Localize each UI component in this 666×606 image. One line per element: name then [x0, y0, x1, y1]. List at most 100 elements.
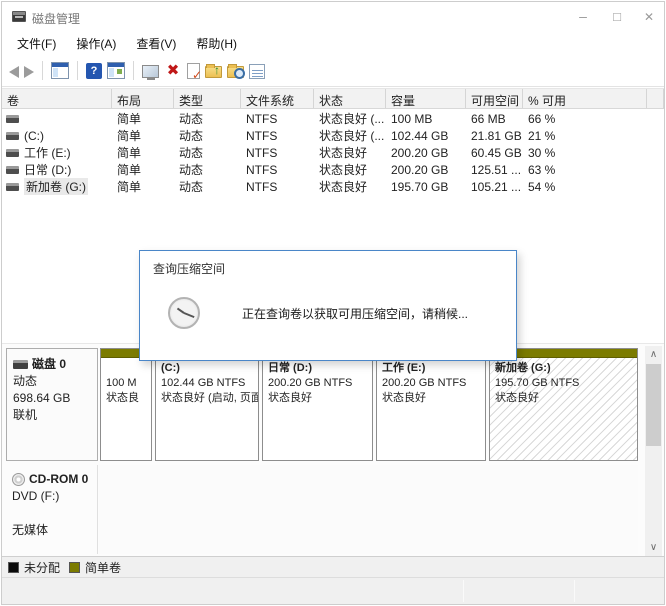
- forward-icon[interactable]: [24, 66, 34, 78]
- volume-icon: [6, 132, 19, 140]
- column-type[interactable]: 类型: [174, 89, 241, 108]
- vertical-scrollbar[interactable]: ∧ ∨: [645, 346, 662, 556]
- table-row[interactable]: 工作 (E:) 简单 动态 NTFS 状态良好 200.20 GB 60.45 …: [2, 144, 664, 161]
- volume-icon: [6, 183, 19, 191]
- cell-free: 66 MB: [466, 112, 523, 126]
- toolbar: [2, 55, 664, 87]
- volume-table-header: 卷 布局 类型 文件系统 状态 容量 可用空间 % 可用: [2, 88, 664, 109]
- statusbar-divider: [463, 580, 464, 602]
- table-row[interactable]: (C:) 简单 动态 NTFS 状态良好 (... 102.44 GB 21.8…: [2, 127, 664, 144]
- table-row-selected[interactable]: 新加卷 (G:) 简单 动态 NTFS 状态良好 195.70 GB 105.2…: [2, 178, 664, 195]
- volume-name: 新加卷 (G:): [24, 178, 88, 195]
- toolbar-separator: [133, 61, 134, 80]
- cell-capacity: 195.70 GB: [386, 180, 466, 194]
- minimize-icon[interactable]: [566, 2, 600, 32]
- query-shrink-dialog: 查询压缩空间 正在查询卷以获取可用压缩空间，请稍候...: [139, 250, 517, 361]
- partition-d[interactable]: 日常 (D:) 200.20 GB NTFS 状态良好: [262, 348, 373, 461]
- column-free-space[interactable]: 可用空间: [466, 89, 523, 108]
- cell-type: 动态: [174, 127, 241, 144]
- console-window-icon[interactable]: [107, 62, 125, 79]
- cell-fs: NTFS: [241, 180, 314, 194]
- menu-file[interactable]: 文件(F): [7, 32, 66, 55]
- menu-action[interactable]: 操作(A): [66, 32, 126, 55]
- delete-volume-icon[interactable]: [164, 62, 182, 79]
- close-icon[interactable]: [632, 2, 665, 32]
- back-icon[interactable]: [9, 66, 19, 78]
- scroll-down-icon[interactable]: ∨: [645, 539, 662, 556]
- partition-name: 新加卷 (G:): [495, 361, 632, 376]
- check-document-icon[interactable]: [187, 63, 200, 79]
- column-capacity[interactable]: 容量: [386, 89, 466, 108]
- cdrom-row: CD-ROM 0 DVD (F:) 无媒体: [6, 465, 638, 554]
- cell-type: 动态: [174, 110, 241, 127]
- partition-name: [106, 361, 146, 376]
- menu-bar: 文件(F) 操作(A) 查看(V) 帮助(H): [2, 32, 664, 55]
- clock-icon: [168, 297, 200, 329]
- cdrom-info[interactable]: CD-ROM 0 DVD (F:) 无媒体: [6, 465, 98, 554]
- table-row[interactable]: 日常 (D:) 简单 动态 NTFS 状态良好 200.20 GB 125.51…: [2, 161, 664, 178]
- cdrom-drive: DVD (F:): [12, 488, 91, 505]
- cell-free: 105.21 ...: [466, 180, 523, 194]
- disk0-name: 磁盘 0: [32, 356, 66, 373]
- partition-status: 状态良好 (启动, 页面文: [161, 391, 253, 406]
- maximize-icon[interactable]: [600, 2, 634, 32]
- column-layout[interactable]: 布局: [112, 89, 174, 108]
- disk0-partitions: 100 M 状态良 (C:) 102.44 GB NTFS 状态良好 (启动, …: [100, 348, 638, 461]
- toolbar-separator: [42, 61, 43, 80]
- cell-type: 动态: [174, 161, 241, 178]
- cell-fs: NTFS: [241, 146, 314, 160]
- scroll-up-icon[interactable]: ∧: [645, 346, 662, 363]
- volume-table: 简单 动态 NTFS 状态良好 (... 100 MB 66 MB 66 % (…: [2, 110, 664, 195]
- partition-status: 状态良: [106, 391, 146, 406]
- volume-name: (C:): [24, 129, 44, 143]
- legend-simple-swatch: [69, 562, 80, 573]
- open-folder-icon[interactable]: [205, 66, 222, 78]
- partition-status: 状态良好: [268, 391, 367, 406]
- legend-simple-label: 简单卷: [85, 559, 121, 576]
- partition-name: 工作 (E:): [382, 361, 480, 376]
- cdrom-name: CD-ROM 0: [29, 471, 88, 488]
- properties-icon[interactable]: [249, 64, 265, 79]
- cell-status: 状态良好: [314, 161, 386, 178]
- title-bar[interactable]: 磁盘管理: [2, 2, 664, 32]
- dialog-title[interactable]: 查询压缩空间: [140, 251, 516, 283]
- help-icon[interactable]: [86, 63, 102, 79]
- partition-size: 200.20 GB NTFS: [382, 376, 480, 391]
- cdrom-icon: [12, 473, 25, 486]
- partition-size: 102.44 GB NTFS: [161, 376, 253, 391]
- partition-system[interactable]: 100 M 状态良: [100, 348, 152, 461]
- cell-layout: 简单: [112, 178, 174, 195]
- partition-e[interactable]: 工作 (E:) 200.20 GB NTFS 状态良好: [376, 348, 486, 461]
- column-filler: [647, 89, 664, 108]
- legend-unallocated-label: 未分配: [24, 559, 60, 576]
- disk0-info[interactable]: 磁盘 0 动态 698.64 GB 联机: [6, 348, 98, 461]
- table-row[interactable]: 简单 动态 NTFS 状态良好 (... 100 MB 66 MB 66 %: [2, 110, 664, 127]
- cell-type: 动态: [174, 144, 241, 161]
- partition-status: 状态良好: [382, 391, 480, 406]
- partition-g-selected[interactable]: 新加卷 (G:) 195.70 GB NTFS 状态良好: [489, 348, 638, 461]
- cell-free: 60.45 GB: [466, 146, 523, 160]
- cell-free: 21.81 GB: [466, 129, 523, 143]
- partition-name: 日常 (D:): [268, 361, 367, 376]
- disk-icon: [13, 360, 28, 369]
- column-volume[interactable]: 卷: [2, 89, 112, 108]
- computer-icon[interactable]: [142, 65, 159, 78]
- partition-name: (C:): [161, 361, 253, 376]
- cell-layout: 简单: [112, 110, 174, 127]
- cell-capacity: 200.20 GB: [386, 146, 466, 160]
- partition-c[interactable]: (C:) 102.44 GB NTFS 状态良好 (启动, 页面文: [155, 348, 259, 461]
- menu-view[interactable]: 查看(V): [126, 32, 186, 55]
- cell-status: 状态良好: [314, 178, 386, 195]
- explore-folder-icon[interactable]: [227, 66, 244, 78]
- column-percent-free[interactable]: % 可用: [523, 89, 647, 108]
- legend-unallocated-swatch: [8, 562, 19, 573]
- volume-name: 日常 (D:): [24, 161, 71, 178]
- volume-icon: [6, 115, 19, 123]
- scrollbar-thumb[interactable]: [646, 364, 661, 446]
- menu-help[interactable]: 帮助(H): [186, 32, 247, 55]
- cell-pct: 30 %: [523, 146, 647, 160]
- column-status[interactable]: 状态: [314, 89, 386, 108]
- column-filesystem[interactable]: 文件系统: [241, 89, 314, 108]
- console-tree-icon[interactable]: [51, 62, 69, 79]
- cell-capacity: 100 MB: [386, 112, 466, 126]
